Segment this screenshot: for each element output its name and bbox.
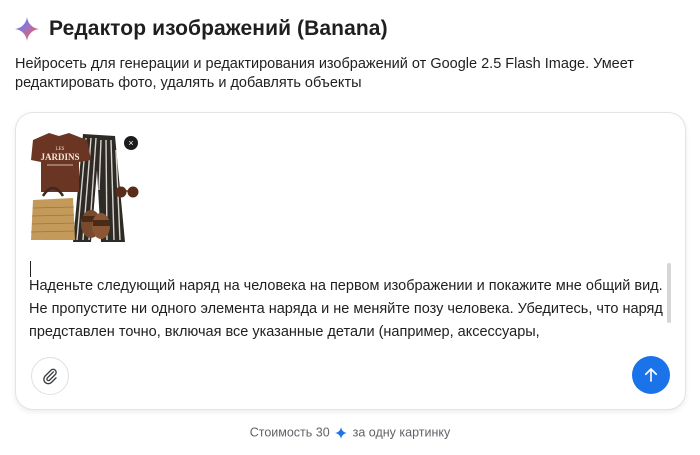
remove-image-button[interactable]: × xyxy=(124,136,138,150)
prompt-scrollbar[interactable] xyxy=(667,263,671,323)
arrow-up-icon xyxy=(644,368,658,382)
attached-image-thumbnail[interactable]: LES JARDINS × xyxy=(29,130,143,244)
send-button[interactable] xyxy=(632,356,670,394)
page-title: Редактор изображений (Banana) xyxy=(49,17,388,40)
sparkle-icon xyxy=(335,426,348,439)
gemini-sparkle-icon xyxy=(15,17,39,41)
cost-note: Стоимость 30 за одну картинку xyxy=(0,425,700,440)
svg-text:JARDINS: JARDINS xyxy=(40,152,79,162)
editor-card: LES JARDINS × Наденьте следующий наряд н… xyxy=(15,112,686,410)
page-description: Нейросеть для генерации и редактирования… xyxy=(15,56,634,91)
header: Редактор изображений (Banana) xyxy=(15,17,388,41)
attach-file-button[interactable] xyxy=(31,357,69,395)
paperclip-icon xyxy=(43,368,57,385)
cost-prefix: Стоимость 30 xyxy=(249,425,330,440)
prompt-input[interactable]: Наденьте следующий наряд на человека на … xyxy=(29,275,665,344)
cost-suffix: за одну картинку xyxy=(352,425,451,440)
